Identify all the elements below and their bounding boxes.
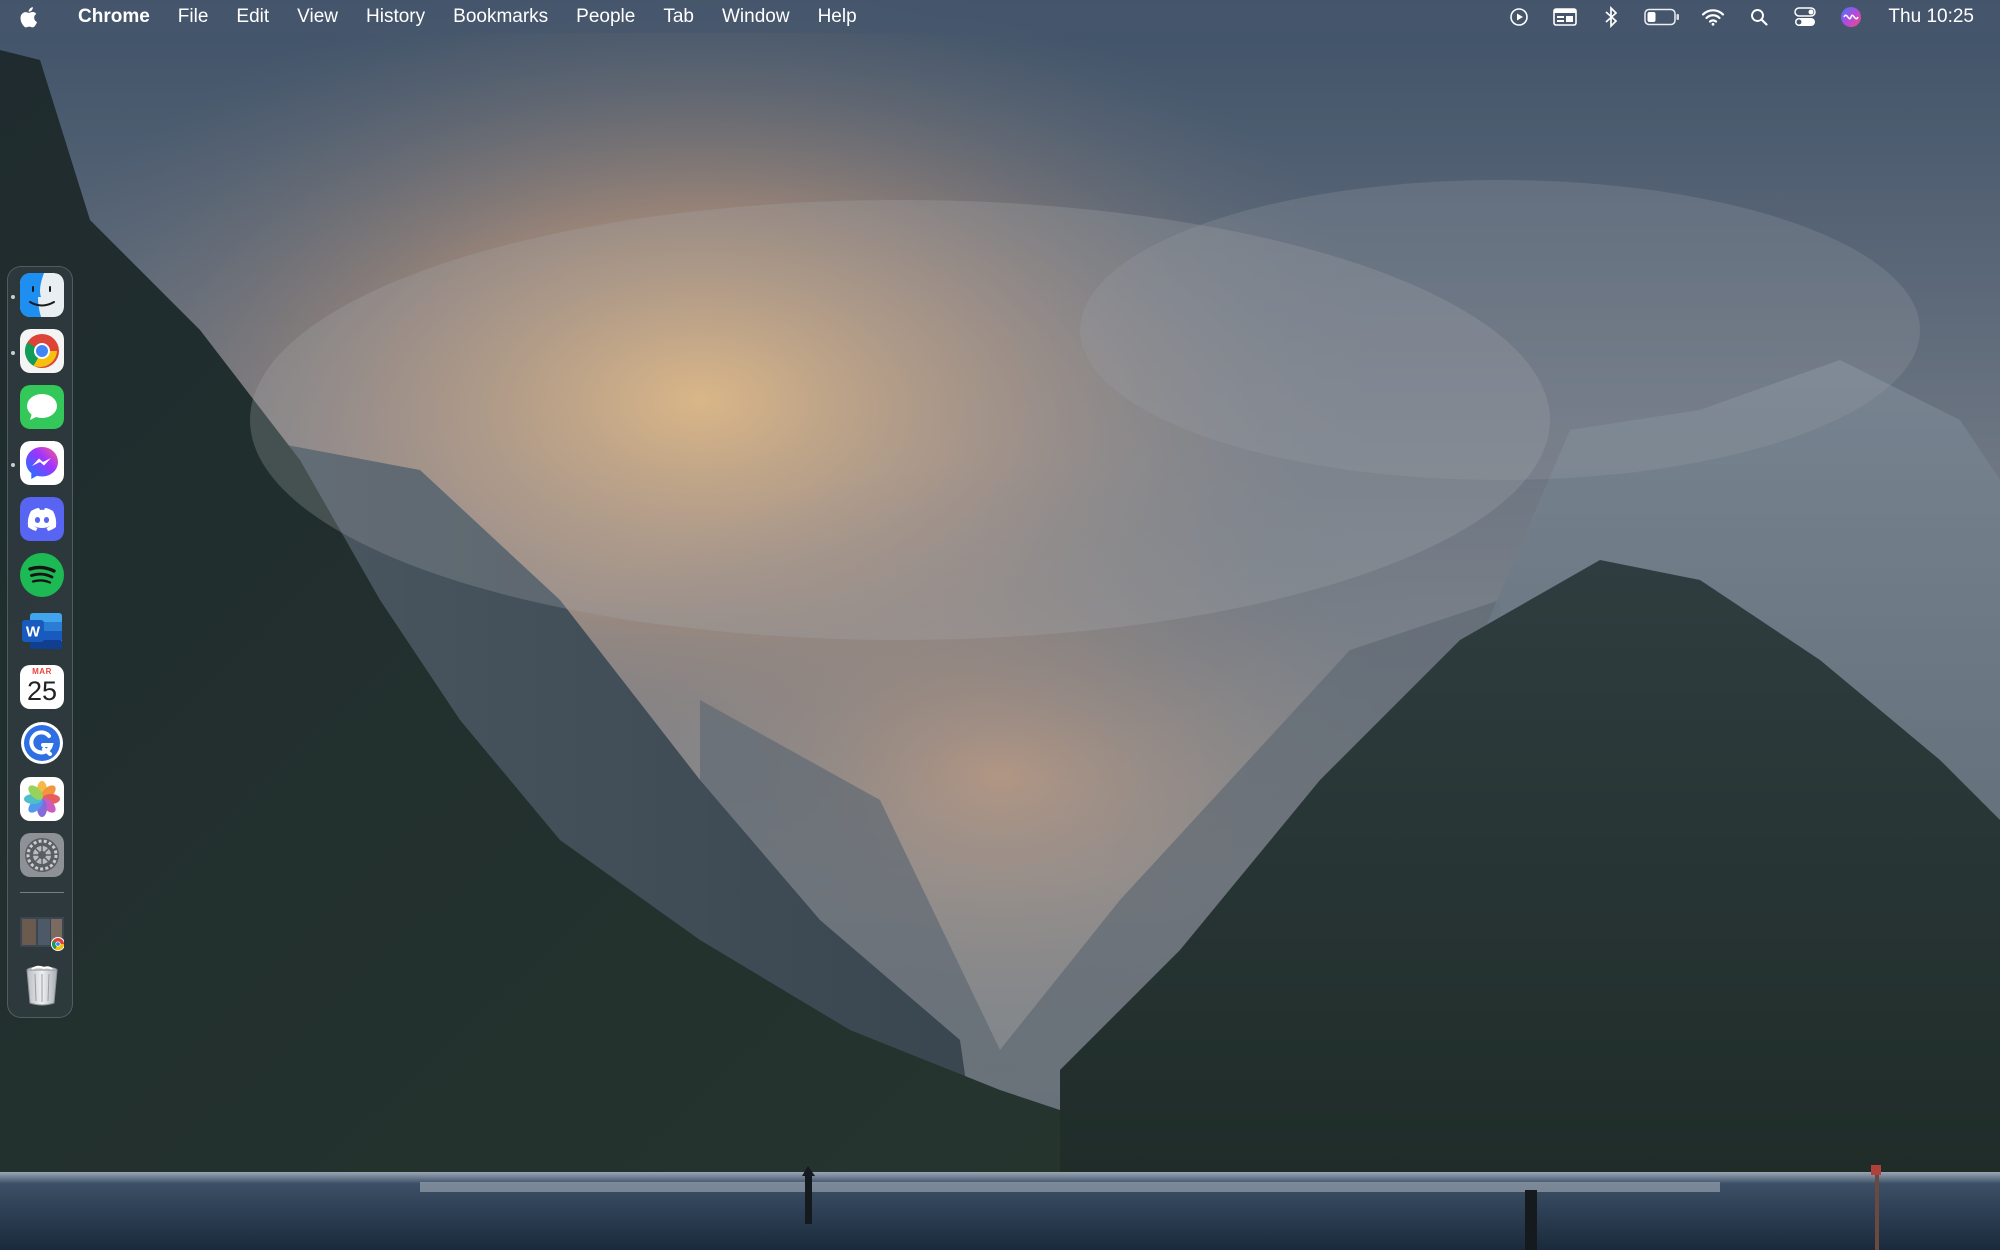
dock-messages[interactable] bbox=[20, 385, 64, 429]
bluetooth-icon[interactable] bbox=[1588, 0, 1634, 33]
desktop[interactable] bbox=[0, 0, 2000, 1250]
menu-edit[interactable]: Edit bbox=[222, 0, 283, 33]
menu-tab[interactable]: Tab bbox=[649, 0, 708, 33]
grammarly-icon bbox=[21, 722, 63, 764]
wifi-icon[interactable] bbox=[1690, 0, 1736, 33]
trash-icon bbox=[26, 965, 58, 1006]
calendar-day: 25 bbox=[26, 676, 58, 706]
dock-calendar[interactable]: MAR 25 bbox=[20, 665, 64, 709]
gear-icon bbox=[20, 833, 64, 877]
dock-minimized-window[interactable] bbox=[20, 911, 64, 955]
battery-icon[interactable] bbox=[1634, 0, 1690, 33]
menu-bar-clock[interactable]: Thu 10:25 bbox=[1874, 0, 2000, 33]
dock-photos[interactable] bbox=[20, 777, 64, 821]
control-center-icon[interactable] bbox=[1782, 0, 1828, 33]
menu-window[interactable]: Window bbox=[708, 0, 804, 33]
dock-grammarly[interactable] bbox=[20, 721, 64, 765]
menu-view[interactable]: View bbox=[283, 0, 352, 33]
dock-trash[interactable] bbox=[20, 963, 64, 1007]
running-indicator bbox=[11, 295, 15, 299]
discord-icon bbox=[20, 497, 64, 541]
running-indicator bbox=[11, 463, 15, 467]
dock-system-preferences[interactable] bbox=[20, 833, 64, 877]
dock-word[interactable]: W bbox=[20, 609, 64, 653]
photos-icon bbox=[24, 781, 60, 817]
menu-history[interactable]: History bbox=[352, 0, 439, 33]
running-indicator bbox=[11, 351, 15, 355]
dock-finder[interactable] bbox=[20, 273, 64, 317]
chrome-icon bbox=[20, 329, 64, 373]
screen-recording-icon[interactable] bbox=[1496, 0, 1542, 33]
menu-bar: Chrome File Edit View History Bookmarks … bbox=[0, 0, 2000, 33]
menu-bar-left: Chrome File Edit View History Bookmarks … bbox=[0, 0, 871, 33]
svg-text:W: W bbox=[26, 624, 41, 641]
siri-icon[interactable] bbox=[1828, 0, 1874, 33]
word-icon: W bbox=[22, 613, 62, 649]
messenger-icon bbox=[20, 441, 64, 485]
window-thumbnail-icon bbox=[20, 917, 64, 951]
spotify-icon bbox=[20, 553, 64, 597]
menu-people[interactable]: People bbox=[562, 0, 649, 33]
wallpaper bbox=[0, 0, 2000, 1250]
menu-help[interactable]: Help bbox=[804, 0, 871, 33]
messages-icon bbox=[20, 385, 64, 429]
menu-bookmarks[interactable]: Bookmarks bbox=[439, 0, 562, 33]
dock-chrome[interactable] bbox=[20, 329, 64, 373]
dock-messenger[interactable] bbox=[20, 441, 64, 485]
dock: W MAR 25 bbox=[7, 266, 73, 1018]
dock-divider bbox=[20, 892, 64, 893]
spotlight-search-icon[interactable] bbox=[1736, 0, 1782, 33]
apple-menu-icon[interactable] bbox=[0, 0, 60, 33]
menu-bar-status-area: Thu 10:25 bbox=[1496, 0, 2000, 33]
dock-spotify[interactable] bbox=[20, 553, 64, 597]
keyboard-input-icon[interactable] bbox=[1542, 0, 1588, 33]
finder-icon bbox=[20, 273, 64, 317]
dock-discord[interactable] bbox=[20, 497, 64, 541]
menu-app-name[interactable]: Chrome bbox=[60, 0, 164, 33]
menu-file[interactable]: File bbox=[164, 0, 223, 33]
